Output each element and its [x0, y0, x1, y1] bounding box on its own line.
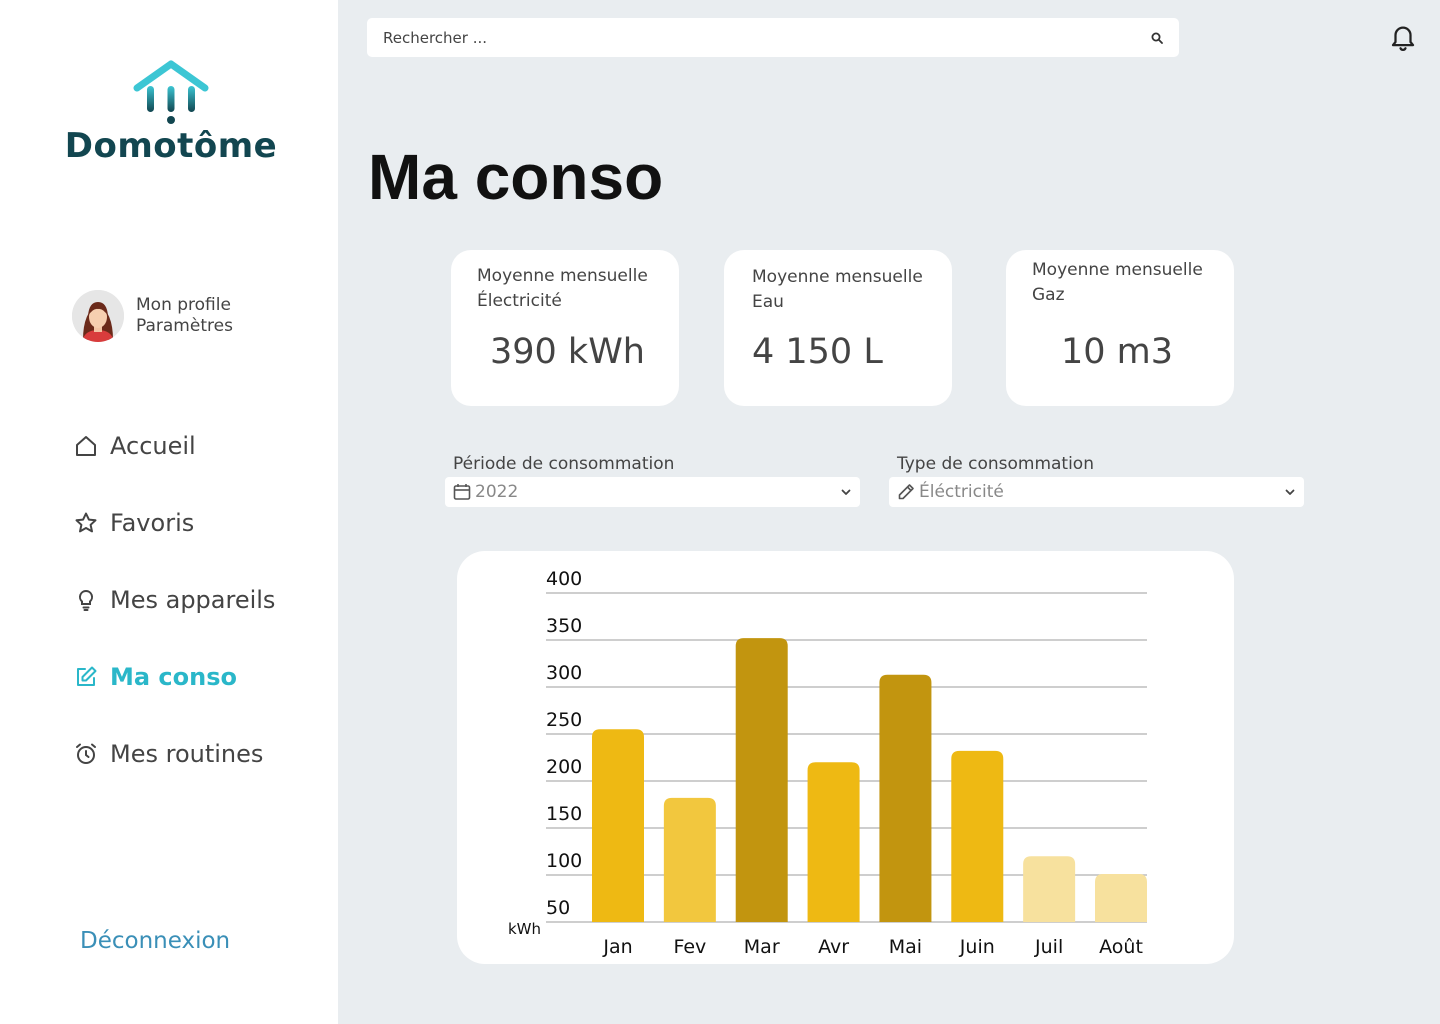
sidebar-item-label: Mes routines [110, 740, 264, 768]
type-filter-label: Type de consommation [897, 454, 1094, 474]
sidebar-item-label: Mes appareils [110, 586, 276, 614]
home-icon [76, 436, 96, 456]
bar-mai [879, 674, 932, 922]
x-tick-label: Fev [673, 936, 706, 958]
card-label-line1: Moyenne mensuelle [477, 266, 648, 286]
sidebar-item-accueil[interactable]: Accueil [74, 424, 275, 468]
x-tick-label: Juin [959, 936, 995, 958]
bar-avr [807, 762, 860, 922]
type-select[interactable]: Éléctricité [889, 477, 1304, 507]
y-tick-label: 250 [546, 709, 582, 731]
search-icon[interactable] [1151, 32, 1163, 44]
settings-link[interactable]: Paramètres [136, 316, 233, 337]
bar-août [1095, 874, 1147, 922]
sidebar-item-label: Ma conso [110, 663, 238, 691]
card-label-line1: Moyenne mensuelle [752, 267, 923, 287]
x-tick-label: Mai [889, 936, 922, 958]
sidebar-nav: Accueil Favoris Mes appareils Ma conso M… [74, 424, 275, 809]
search-bar [367, 18, 1179, 57]
y-tick-label: 150 [546, 803, 582, 825]
app-name: Domotôme [64, 126, 278, 166]
stat-card-eau: Moyenne mensuelle Eau 4 150 L [724, 250, 952, 406]
card-label: Moyenne mensuelle Gaz [1032, 258, 1203, 308]
consumption-chart-card: 50 100 150 200 250 300 350 400 kWh Jan Fev Mar Avr Ma… [457, 551, 1234, 964]
y-tick-label: 400 [546, 568, 582, 590]
period-select[interactable]: 2022 [445, 477, 860, 507]
y-tick-label: 50 [546, 897, 570, 919]
card-value: 10 m3 [1061, 332, 1174, 372]
sidebar-item-mes-appareils[interactable]: Mes appareils [74, 578, 275, 622]
card-value: 4 150 L [752, 332, 883, 372]
alarm-clock-icon [76, 743, 96, 764]
bar-juin [951, 750, 1004, 922]
x-tick-label: Juil [1034, 936, 1063, 958]
x-tick-label: Août [1099, 936, 1143, 958]
stat-card-electricite: Moyenne mensuelle Électricité 390 kWh [451, 250, 679, 406]
bar-jan [592, 729, 644, 922]
card-label: Moyenne mensuelle Électricité [477, 264, 648, 314]
pencil-icon [898, 484, 914, 500]
sidebar: Domotôme Mon profile Paramètres Accueil … [0, 0, 338, 1024]
sidebar-item-favoris[interactable]: Favoris [74, 501, 275, 545]
avatar[interactable] [72, 290, 124, 342]
logout-link[interactable]: Déconnexion [80, 928, 230, 954]
y-axis-label: kWh [508, 920, 541, 938]
profile-links: Mon profile Paramètres [136, 295, 233, 337]
edit-icon [77, 666, 97, 686]
x-tick-label: Jan [602, 936, 632, 958]
stat-card-gaz: Moyenne mensuelle Gaz 10 m3 [1006, 250, 1234, 406]
card-label: Moyenne mensuelle Eau [752, 265, 923, 315]
card-label-line2: Électricité [477, 291, 562, 311]
house-logo-icon [133, 60, 209, 124]
sidebar-item-mes-routines[interactable]: Mes routines [74, 732, 275, 776]
bar-mar [735, 638, 788, 922]
app-logo[interactable]: Domotôme [64, 60, 278, 166]
page-title: Ma conso [368, 141, 664, 213]
star-icon [75, 512, 97, 533]
card-label-line2: Eau [752, 292, 784, 312]
notification-bell-icon[interactable] [1388, 22, 1418, 52]
profile-link[interactable]: Mon profile [136, 295, 233, 316]
y-tick-label: 200 [546, 756, 582, 778]
sidebar-item-label: Favoris [110, 509, 195, 537]
card-label-line1: Moyenne mensuelle [1032, 260, 1203, 280]
type-select-value: Éléctricité [919, 482, 1004, 502]
sidebar-item-ma-conso[interactable]: Ma conso [74, 655, 275, 699]
consumption-bar-chart: 50 100 150 200 250 300 350 400 kWh Jan Fev Mar Avr Ma… [508, 568, 1147, 958]
card-value: 390 kWh [490, 332, 645, 372]
period-filter-label: Période de consommation [453, 454, 675, 474]
period-select-value: 2022 [475, 482, 519, 502]
search-input[interactable] [383, 28, 1151, 47]
card-label-line2: Gaz [1032, 285, 1065, 305]
x-tick-label: Avr [818, 936, 849, 958]
sidebar-item-label: Accueil [110, 432, 196, 460]
y-tick-label: 350 [546, 615, 582, 637]
y-tick-label: 300 [546, 662, 582, 684]
profile-section[interactable]: Mon profile Paramètres [72, 290, 233, 342]
bar-fev [663, 797, 716, 922]
lightbulb-icon [78, 589, 94, 611]
y-tick-label: 100 [546, 850, 582, 872]
bar-juil [1023, 856, 1076, 922]
x-tick-label: Mar [744, 936, 780, 958]
calendar-icon [453, 484, 471, 500]
chevron-down-icon [1285, 489, 1295, 495]
chevron-down-icon [841, 489, 851, 495]
